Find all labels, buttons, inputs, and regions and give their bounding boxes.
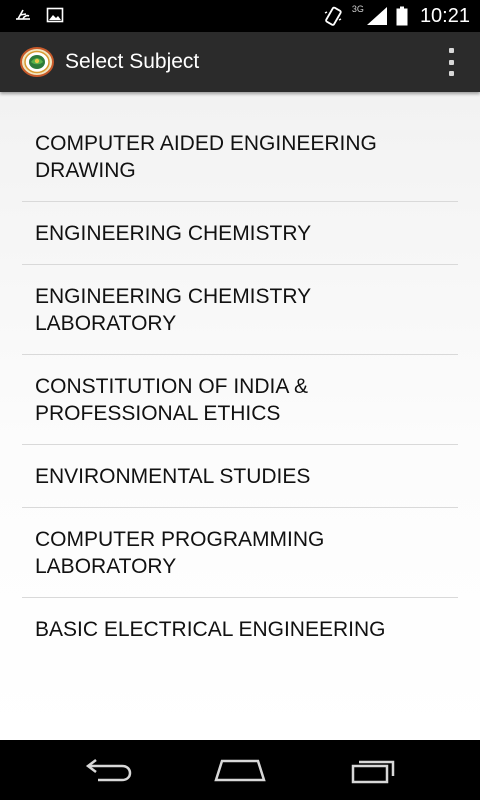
page-title: Select Subject <box>65 50 200 73</box>
menu-dot <box>448 71 454 76</box>
back-icon[interactable] <box>76 754 136 786</box>
subject-label: ENGINEERING CHEMISTRY <box>35 221 312 245</box>
subject-item-engineering-chemistry-laboratory[interactable]: ENGINEERING CHEMISTRY LABORATORY <box>22 265 458 355</box>
subject-list-container: COMPUTER AIDED ENGINEERING DRAWING ENGIN… <box>0 92 480 740</box>
subject-label: COMPUTER PROGRAMMING LABORATORY <box>35 527 325 578</box>
status-system: 3G 10:21 <box>322 0 470 32</box>
subject-item-basic-electrical-engineering[interactable]: BASIC ELECTRICAL ENGINEERING <box>22 598 458 661</box>
notification-icon <box>16 9 30 20</box>
action-bar: Select Subject <box>0 32 480 92</box>
navigation-bar <box>0 740 480 800</box>
image-icon <box>46 7 64 23</box>
subject-label: ENVIRONMENTAL STUDIES <box>35 464 311 488</box>
battery-icon <box>396 6 408 26</box>
signal-icon <box>366 7 387 25</box>
subject-list: COMPUTER AIDED ENGINEERING DRAWING ENGIN… <box>22 112 458 661</box>
subject-label: COMPUTER AIDED ENGINEERING DRAWING <box>35 131 377 182</box>
subject-label: CONSTITUTION OF INDIA & PROFESSIONAL ETH… <box>35 374 309 425</box>
app-logo-icon[interactable] <box>20 46 54 78</box>
vibrate-icon <box>324 6 342 26</box>
recent-apps-icon[interactable] <box>344 754 404 786</box>
subject-item-constitution-of-india[interactable]: CONSTITUTION OF INDIA & PROFESSIONAL ETH… <box>22 355 458 445</box>
subject-item-computer-programming-laboratory[interactable]: COMPUTER PROGRAMMING LABORATORY <box>22 508 458 598</box>
subject-label: ENGINEERING CHEMISTRY LABORATORY <box>35 284 311 335</box>
home-icon[interactable] <box>210 754 270 786</box>
status-clock: 10:21 <box>419 4 470 27</box>
subject-item-computer-aided-engineering-drawing[interactable]: COMPUTER AIDED ENGINEERING DRAWING <box>22 112 458 202</box>
status-bar: 3G 10:21 <box>0 0 480 32</box>
subject-item-environmental-studies[interactable]: ENVIRONMENTAL STUDIES <box>22 445 458 508</box>
network-type-label: 3G <box>351 4 364 14</box>
status-notifications <box>14 6 64 24</box>
menu-dot <box>448 59 454 65</box>
subject-item-engineering-chemistry[interactable]: ENGINEERING CHEMISTRY <box>22 202 458 265</box>
overflow-menu-icon[interactable] <box>444 48 458 76</box>
subject-label: BASIC ELECTRICAL ENGINEERING <box>35 618 386 641</box>
menu-dot <box>448 48 454 53</box>
